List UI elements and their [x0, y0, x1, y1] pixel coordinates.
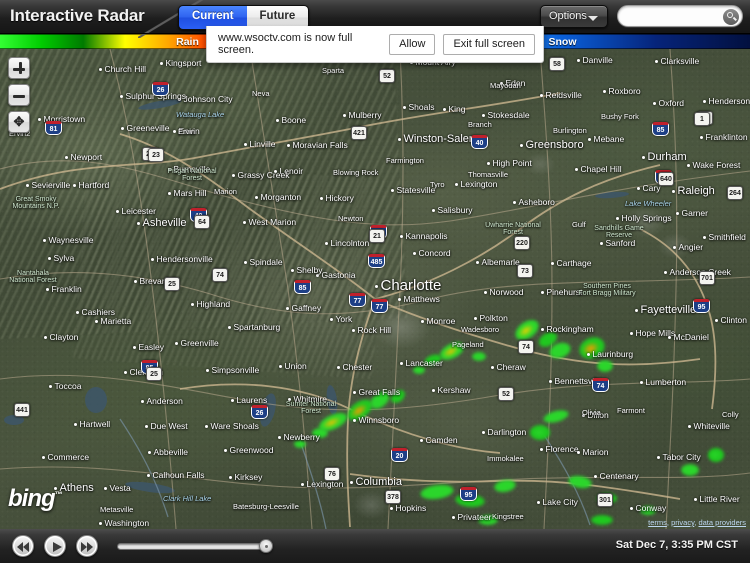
us-highway-shield: 76: [324, 467, 340, 481]
map-attribution[interactable]: terms, privacy, data providers: [648, 518, 746, 527]
radar-echo: [437, 338, 467, 364]
radar-precipitation-layer: [0, 49, 750, 529]
options-label: Options: [549, 10, 587, 22]
us-highway-shield: 421: [351, 126, 367, 140]
radar-echo: [419, 482, 455, 502]
interstate-shield: 74: [592, 378, 609, 392]
play-icon: [53, 541, 62, 552]
bing-logo-text: bing: [8, 485, 56, 512]
timeline-slider-track[interactable]: [117, 543, 266, 550]
us-highway-shield: 378: [385, 490, 401, 504]
search-input[interactable]: [627, 8, 719, 25]
us-highway-shield: 73: [517, 264, 533, 278]
us-highway-shield: 25: [146, 367, 162, 381]
radar-echo: [575, 333, 609, 363]
options-dropdown-button[interactable]: Options: [540, 5, 608, 28]
us-highway-shield: 52: [498, 387, 514, 401]
radar-echo: [708, 448, 724, 462]
minus-icon: [13, 94, 25, 98]
playback-footer: Sat Dec 7, 3:35 PM CST: [0, 529, 750, 563]
radar-echo: [530, 424, 550, 440]
expand-arrows-icon: ✥: [13, 114, 25, 129]
location-search-box[interactable]: [617, 5, 743, 27]
us-highway-shield: 25: [164, 277, 180, 291]
us-highway-shield: 640: [658, 172, 674, 186]
radar-echo: [591, 515, 613, 525]
fullscreen-map-button[interactable]: ✥: [8, 111, 30, 133]
map-zoom-controls[interactable]: ✥: [8, 57, 30, 138]
interactive-radar-app: Charlotte Greensboro Raleigh Durham Winston-…: [0, 0, 750, 563]
allow-button[interactable]: Allow: [389, 33, 436, 55]
radar-echo: [542, 407, 570, 425]
interstate-shield: 20: [391, 448, 408, 462]
radar-echo: [681, 464, 699, 476]
interstate-shield: 85: [652, 122, 669, 136]
us-highway-shield: 264: [727, 186, 743, 200]
us-highway-shield: 220: [514, 236, 530, 250]
radar-echo: [388, 386, 408, 406]
radar-echo: [493, 478, 517, 494]
radar-echo: [472, 351, 486, 361]
chevron-down-icon: [588, 16, 598, 21]
radar-echo: [312, 428, 328, 438]
us-highway-shield: 74: [212, 268, 228, 282]
radar-map[interactable]: Charlotte Greensboro Raleigh Durham Winston-…: [0, 49, 750, 529]
radar-echo: [422, 352, 444, 368]
zoom-out-button[interactable]: [8, 84, 30, 106]
exit-fullscreen-button[interactable]: Exit full screen: [443, 33, 535, 55]
radar-echo: [478, 515, 498, 525]
privacy-link[interactable]: privacy: [671, 518, 694, 527]
trademark-symbol: ™: [54, 490, 63, 499]
play-button[interactable]: [44, 535, 66, 557]
interstate-shield: 85: [294, 280, 311, 294]
us-highway-shield: 301: [597, 493, 613, 507]
interstate-shield: 40: [471, 135, 488, 149]
interstate-shield: 26: [251, 405, 268, 419]
us-highway-shield: 58: [549, 57, 565, 71]
us-highway-shield: 74: [518, 340, 534, 354]
us-highway-shield: 701: [699, 271, 715, 285]
radar-timestamp: Sat Dec 7, 3:35 PM CST: [615, 539, 738, 551]
rewind-button[interactable]: [12, 535, 34, 557]
terms-link[interactable]: terms: [648, 518, 667, 527]
radar-echo: [294, 440, 306, 448]
us-highway-shield: 23: [148, 148, 164, 162]
us-highway-shield: 441: [14, 403, 30, 417]
us-highway-shield: 64: [194, 215, 210, 229]
radar-echo: [640, 505, 656, 515]
search-icon[interactable]: [723, 8, 739, 25]
forward-button[interactable]: [76, 535, 98, 557]
fullscreen-notification: www.wsoctv.com is now full screen. Allow…: [206, 26, 544, 63]
radar-echo: [597, 360, 613, 372]
interstate-shield: 485: [368, 254, 385, 268]
interstate-shield: 26: [152, 82, 169, 96]
interstate-shield: 77: [371, 299, 388, 313]
interstate-shield: 95: [693, 299, 710, 313]
bing-logo: bing™: [8, 485, 63, 513]
us-highway-shield: 21: [369, 229, 385, 243]
interstate-shield: 77: [349, 293, 366, 307]
data-providers-link[interactable]: data providers: [698, 518, 746, 527]
page-title: Interactive Radar: [10, 6, 145, 25]
zoom-in-button[interactable]: [8, 57, 30, 79]
us-highway-shield: 1: [694, 112, 710, 126]
radar-echo: [413, 366, 425, 374]
radar-echo: [567, 474, 593, 490]
timeline-slider-handle[interactable]: [259, 539, 273, 553]
fullscreen-notification-message: www.wsoctv.com is now full screen.: [218, 32, 353, 56]
us-highway-shield: 52: [379, 69, 395, 83]
interstate-shield: 81: [45, 121, 62, 135]
interstate-shield: 95: [460, 487, 477, 501]
